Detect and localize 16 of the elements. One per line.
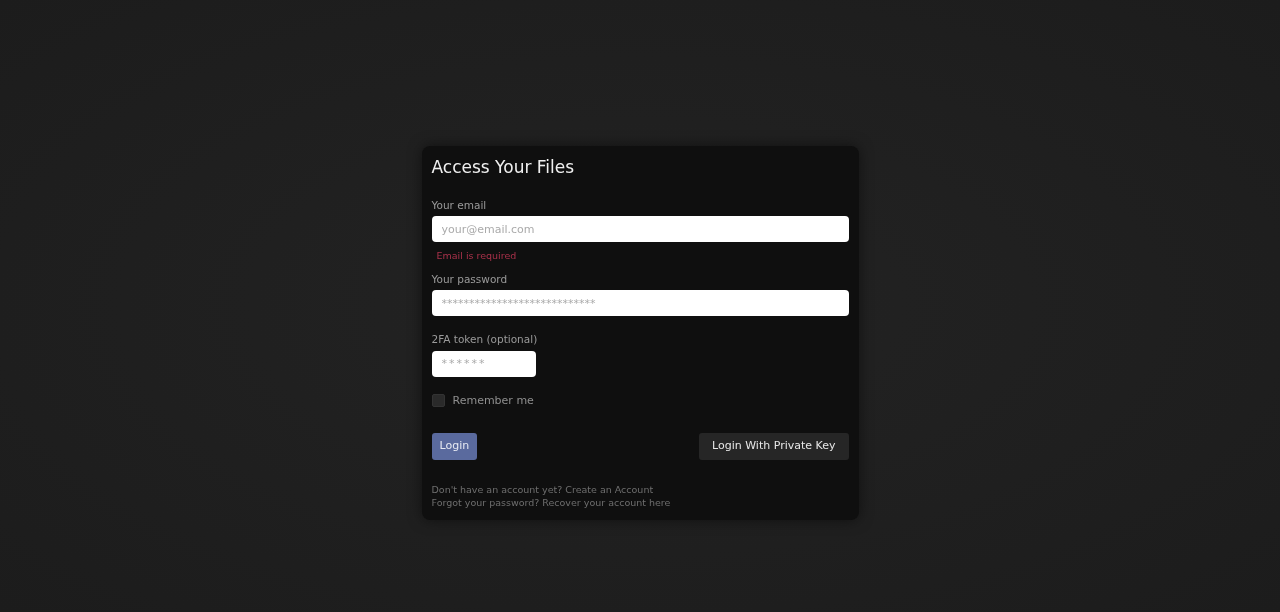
field-label: Your password bbox=[431, 272, 509, 288]
card-title: Access Your Files bbox=[431, 156, 576, 179]
private-key-button[interactable]: Login With Private Key bbox=[699, 433, 849, 461]
field-label: 2FA token (optional) bbox=[431, 332, 539, 348]
footer-text: Don't have an account yet? Create an Account bbox=[431, 484, 655, 497]
footer-link[interactable]: Recover your account here bbox=[542, 496, 671, 508]
login-button[interactable]: Login bbox=[431, 433, 478, 461]
footer-text: Forgot your password? Recover your account here bbox=[431, 496, 672, 510]
footer-link[interactable]: Create an Account bbox=[565, 484, 654, 496]
field-label: Your email bbox=[431, 197, 488, 213]
remember-checkbox[interactable] bbox=[431, 394, 445, 408]
token-field[interactable]: ****** bbox=[431, 350, 536, 377]
error-message: Email is required bbox=[436, 249, 517, 264]
email-field[interactable]: your@email.com bbox=[431, 216, 849, 243]
password-field[interactable]: **************************** bbox=[431, 290, 849, 317]
checkbox-label[interactable]: Remember me bbox=[452, 392, 534, 410]
